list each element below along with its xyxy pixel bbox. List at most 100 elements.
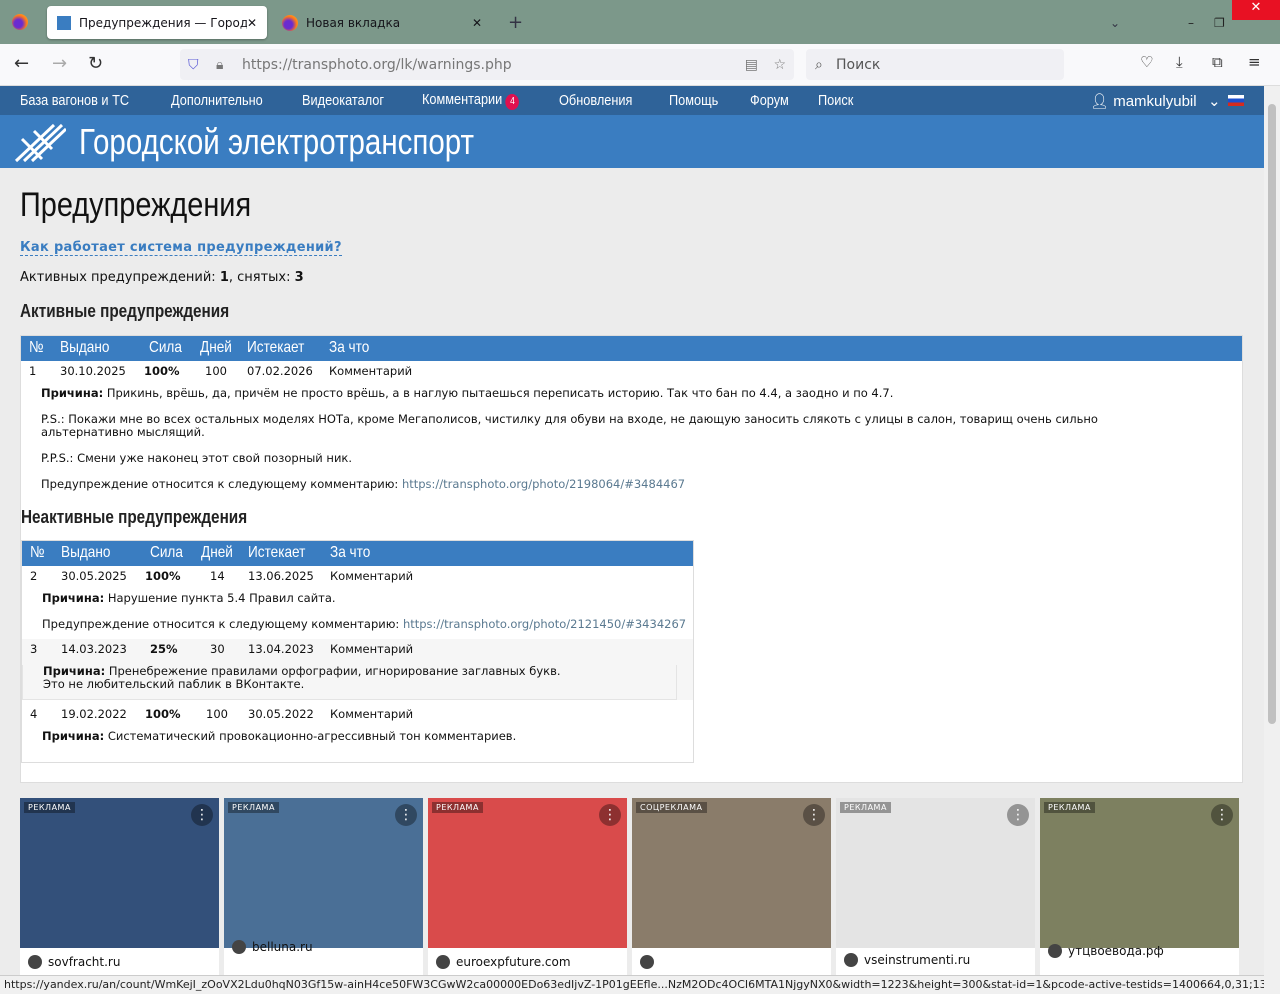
table-row: 2 30.05.2025 100% 14 13.06.2025 Комментарий: [30, 569, 414, 583]
ad-card[interactable]: СОЦРЕКЛАМА ⋮: [632, 798, 831, 975]
extensions-icon[interactable]: ⧉: [1212, 53, 1223, 71]
nav-search[interactable]: Поиск: [818, 92, 853, 109]
more-options-icon[interactable]: ⋮: [395, 804, 417, 826]
tab-warnings[interactable]: Предупреждения — Городской электротрансп…: [47, 6, 267, 39]
site-logo-icon[interactable]: [14, 121, 66, 163]
ad-image[interactable]: [224, 798, 423, 948]
close-tab-icon[interactable]: ✕: [472, 16, 482, 30]
scrollbar-thumb[interactable]: [1268, 104, 1276, 724]
maximize-button[interactable]: ❐: [1204, 6, 1235, 39]
ad-image[interactable]: [632, 798, 831, 948]
inactive-heading: Неактивные предупреждения: [21, 507, 248, 527]
firefox-icon: [282, 14, 298, 31]
site-title[interactable]: Городской электротранспорт: [79, 121, 474, 163]
ad-card[interactable]: РЕКЛАМА ⋮ vseinstrumenti.ru: [836, 798, 1035, 975]
nav-help[interactable]: Помощь: [669, 92, 718, 109]
list-tabs-icon[interactable]: ⌄: [1100, 6, 1130, 39]
inactive-table-header: № Выдано Сила Дней Истекает За что: [22, 541, 693, 566]
more-options-icon[interactable]: ⋮: [1211, 804, 1233, 826]
more-options-icon[interactable]: ⋮: [1007, 804, 1029, 826]
ad-label: РЕКЛАМА: [432, 802, 483, 813]
ad-card[interactable]: РЕКЛАМА ⋮ belluna.ru: [224, 798, 423, 975]
comment-link[interactable]: https://transphoto.org/photo/2121450/#34…: [403, 617, 686, 631]
ad-favicon-icon: [640, 955, 654, 969]
search-icon: ⌕: [815, 56, 823, 73]
ad-favicon-icon: [436, 955, 450, 969]
ad-domain[interactable]: vseinstrumenti.ru: [844, 953, 970, 967]
more-options-icon[interactable]: ⋮: [599, 804, 621, 826]
table-row: 1 30.10.2025 100% 100 07.02.2026 Комментарий: [29, 364, 413, 378]
ad-image[interactable]: [836, 798, 1035, 948]
ad-card[interactable]: РЕКЛАМА ⋮ утцвоевода.рф: [1040, 798, 1239, 975]
ad-domain[interactable]: утцвоевода.рф: [1048, 944, 1164, 958]
nav-comments[interactable]: Комментарии 4: [422, 91, 520, 110]
page-title: Предупреждения: [20, 186, 252, 224]
bookmark-star-icon[interactable]: ☆: [773, 57, 786, 73]
pocket-icon[interactable]: ♡: [1140, 53, 1153, 71]
menu-icon[interactable]: ≡: [1248, 53, 1261, 71]
comments-badge: 4: [505, 94, 520, 110]
site-header: Городской электротранспорт: [0, 115, 1264, 168]
user-icon: 👤︎: [1090, 92, 1114, 110]
user-menu[interactable]: 👤︎ mamkulyubil: [1090, 92, 1197, 110]
table-row: 3 14.03.2023 25% 30 13.04.2023 Комментарий: [30, 642, 414, 656]
chevron-down-icon[interactable]: ⌄: [1208, 92, 1221, 110]
nav-forum[interactable]: Форум: [750, 92, 789, 109]
tab-new[interactable]: Новая вкладка ✕: [272, 6, 492, 39]
ad-label: СОЦРЕКЛАМА: [636, 802, 707, 813]
vertical-scrollbar[interactable]: [1264, 86, 1280, 994]
more-options-icon[interactable]: ⋮: [191, 804, 213, 826]
back-icon[interactable]: ←: [14, 53, 29, 74]
ad-strip: РЕКЛАМА ⋮ sovfracht.ru РЕКЛАМА ⋮ belluna…: [20, 798, 1242, 975]
status-bar-url: https://yandex.ru/an/count/WmKejI_zOoVX2…: [0, 975, 1264, 994]
site-favicon-icon: [57, 15, 71, 30]
downloads-icon[interactable]: ⤓: [1176, 53, 1183, 71]
search-input[interactable]: ⌕ Поиск: [806, 49, 1064, 80]
active-table-header: № Выдано Сила Дней Истекает За что: [21, 336, 1242, 361]
firefox-menu-icon[interactable]: [12, 14, 28, 30]
language-flag-icon[interactable]: [1228, 95, 1244, 106]
nav-updates[interactable]: Обновления: [559, 92, 632, 109]
url-bar[interactable]: ⛉ 🔒︎ https://transphoto.org/lk/warnings.…: [180, 49, 794, 80]
ad-domain[interactable]: sovfracht.ru: [28, 955, 120, 969]
nav-bar: ← → ↻ ⛉ 🔒︎ https://transphoto.org/lk/war…: [0, 44, 1280, 86]
how-it-works-link[interactable]: Как работает система предупреждений?: [20, 240, 342, 256]
tab-bar: Предупреждения — Городской электротрансп…: [0, 0, 1280, 44]
active-heading: Активные предупреждения: [20, 301, 230, 321]
ad-label: РЕКЛАМА: [840, 802, 891, 813]
ad-domain[interactable]: belluna.ru: [232, 940, 313, 954]
ad-favicon-icon: [232, 940, 246, 954]
reader-view-icon[interactable]: ▤: [745, 57, 758, 73]
warnings-stats: Активных предупреждений: 1, снятых: 3: [20, 270, 304, 285]
table-row: 4 19.02.2022 100% 100 30.05.2022 Комментарий: [30, 707, 414, 721]
close-tab-icon[interactable]: ✕: [247, 16, 257, 30]
forward-icon[interactable]: →: [52, 53, 67, 74]
close-window-button[interactable]: ✕: [1232, 0, 1280, 20]
ad-domain[interactable]: [640, 955, 660, 969]
ad-image[interactable]: [20, 798, 219, 948]
site-nav: База вагонов и ТС Дополнительно Видеокат…: [0, 86, 1264, 115]
nav-db[interactable]: База вагонов и ТС: [20, 92, 129, 109]
nav-video[interactable]: Видеокаталог: [302, 92, 384, 109]
ad-favicon-icon: [28, 955, 42, 969]
ad-domain[interactable]: euroexpfuture.com: [436, 955, 571, 969]
ad-favicon-icon: [1048, 944, 1062, 958]
ad-image[interactable]: [1040, 798, 1239, 948]
inactive-table: № Выдано Сила Дней Истекает За что 2 30.05.202…: [21, 540, 694, 763]
ad-card[interactable]: РЕКЛАМА ⋮ euroexpfuture.com: [428, 798, 627, 975]
ad-favicon-icon: [844, 953, 858, 967]
shield-icon[interactable]: ⛉: [188, 57, 199, 73]
lock-icon[interactable]: 🔒︎: [216, 57, 223, 73]
ad-label: РЕКЛАМА: [228, 802, 279, 813]
minimize-button[interactable]: –: [1178, 6, 1204, 39]
ad-image[interactable]: [428, 798, 627, 948]
ad-card[interactable]: РЕКЛАМА ⋮ sovfracht.ru: [20, 798, 219, 975]
ad-label: РЕКЛАМА: [1044, 802, 1095, 813]
ad-label: РЕКЛАМА: [24, 802, 75, 813]
new-tab-button[interactable]: +: [498, 6, 533, 39]
more-options-icon[interactable]: ⋮: [803, 804, 825, 826]
comment-link[interactable]: https://transphoto.org/photo/2198064/#34…: [402, 477, 685, 491]
reload-icon[interactable]: ↻: [88, 53, 103, 74]
warning-details: Причина: Прикинь, врёшь, да, причём не п…: [41, 386, 1098, 491]
nav-extra[interactable]: Дополнительно: [171, 92, 263, 109]
